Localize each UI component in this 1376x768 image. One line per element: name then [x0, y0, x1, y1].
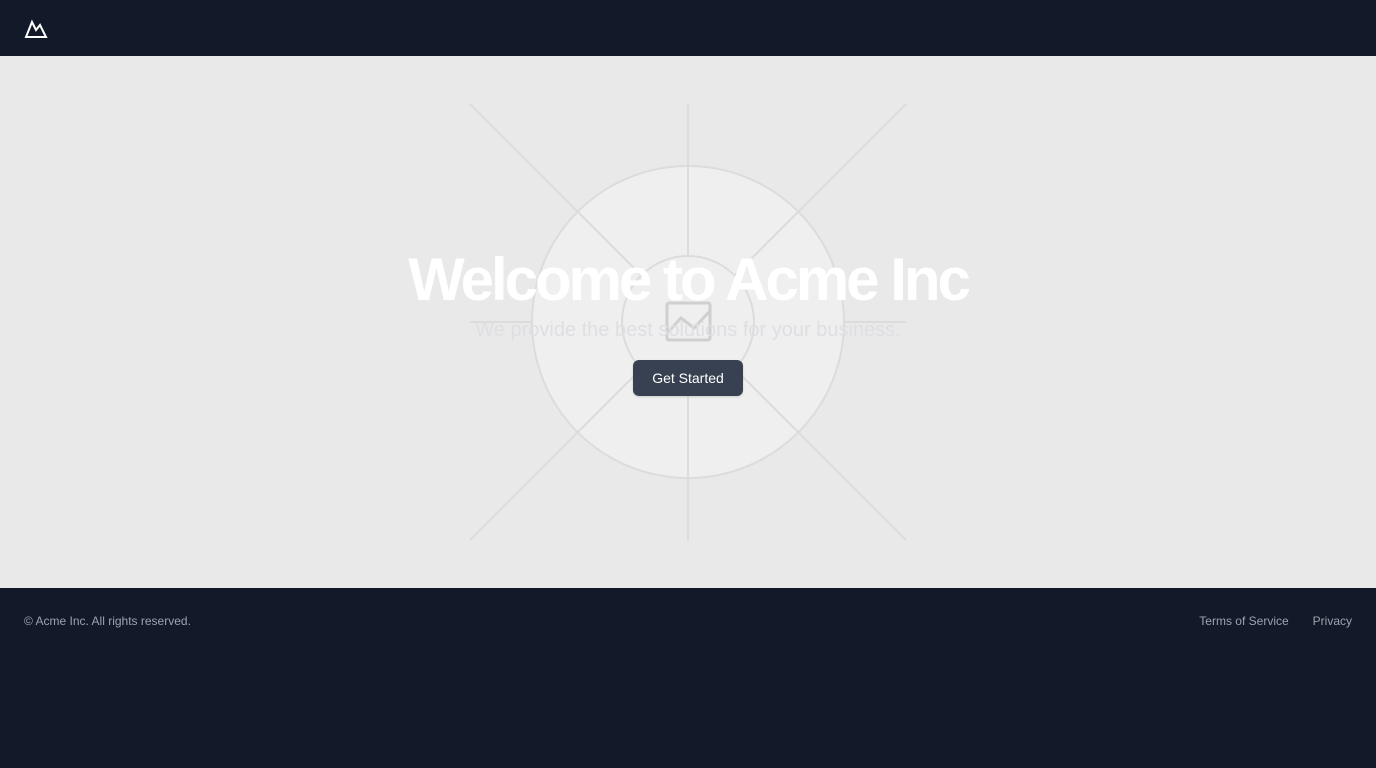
copyright-text: © Acme Inc. All rights reserved.	[24, 614, 191, 628]
get-started-button[interactable]: Get Started	[633, 360, 743, 396]
privacy-link[interactable]: Privacy	[1313, 613, 1352, 629]
home-link[interactable]	[24, 17, 48, 41]
terms-of-service-link[interactable]: Terms of Service	[1199, 613, 1288, 629]
site-footer: © Acme Inc. All rights reserved. Terms o…	[0, 588, 1376, 768]
hero-title: Welcome to Acme Inc	[408, 246, 971, 313]
page: Welcome to Acme Inc We provide the best …	[0, 0, 1376, 768]
footer-nav: Terms of Service Privacy	[1199, 613, 1352, 629]
site-header	[0, 0, 1376, 56]
hero-subtitle: We provide the best solutions for your b…	[475, 319, 901, 341]
mountain-icon	[24, 19, 48, 38]
hero-section: Welcome to Acme Inc We provide the best …	[0, 56, 1376, 588]
